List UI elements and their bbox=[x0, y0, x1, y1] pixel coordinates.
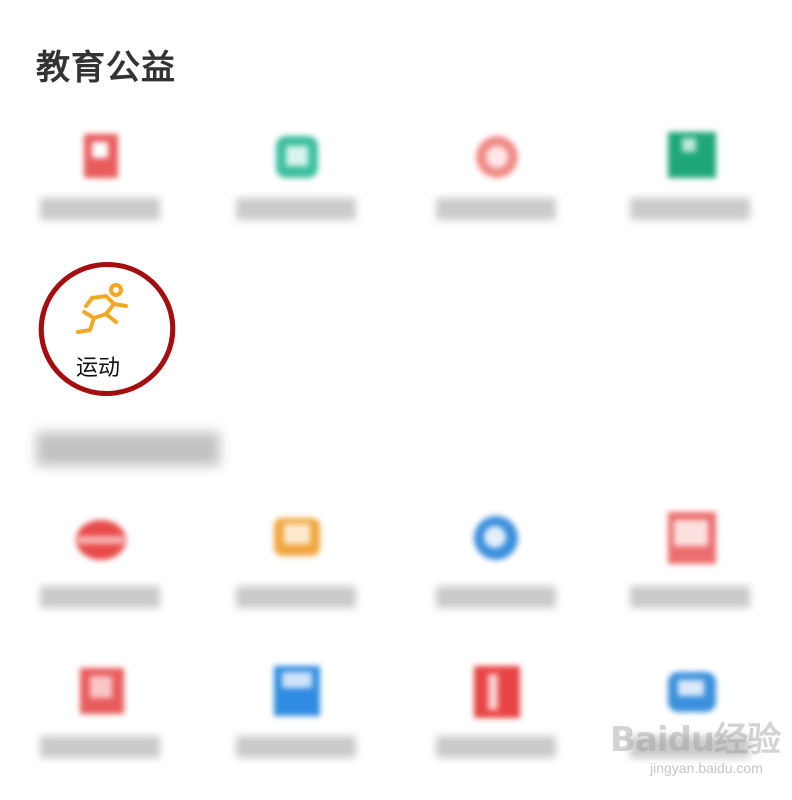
blurred-label bbox=[40, 736, 160, 758]
blurred-green-icon bbox=[662, 128, 718, 184]
blurred-label bbox=[236, 198, 356, 220]
blurred-red-icon bbox=[72, 662, 128, 718]
watermark-url: jingyan.baidu.com bbox=[650, 760, 763, 776]
grid-item-10[interactable] bbox=[226, 662, 366, 772]
blurred-red-icon bbox=[468, 662, 524, 718]
running-person-icon bbox=[76, 283, 128, 334]
blurred-label bbox=[236, 586, 356, 608]
blurred-label bbox=[436, 736, 556, 758]
blurred-label bbox=[630, 198, 750, 220]
blurred-label bbox=[40, 198, 160, 220]
sports-label: 运动 bbox=[75, 355, 120, 380]
grid-item-2[interactable] bbox=[226, 128, 366, 238]
blurred-section-title bbox=[36, 432, 220, 466]
blurred-red-icon bbox=[72, 510, 128, 566]
blurred-blue-icon bbox=[662, 662, 718, 718]
grid-item-8[interactable] bbox=[620, 510, 760, 620]
blurred-orange-icon bbox=[268, 510, 324, 566]
blurred-teal-icon bbox=[268, 128, 324, 184]
blurred-label bbox=[436, 198, 556, 220]
blurred-label bbox=[40, 586, 160, 608]
blurred-label bbox=[236, 736, 356, 758]
blurred-blue-icon bbox=[468, 510, 524, 566]
sports-item[interactable]: 运动 bbox=[30, 253, 184, 405]
baidu-watermark: Baidu经验 bbox=[610, 720, 781, 760]
grid-item-9[interactable] bbox=[30, 662, 170, 772]
grid-item-1[interactable] bbox=[30, 128, 170, 238]
grid-item-7[interactable] bbox=[426, 510, 566, 620]
blurred-red-icon bbox=[72, 128, 128, 184]
blurred-label bbox=[436, 586, 556, 608]
blurred-pink-icon bbox=[468, 128, 524, 184]
section-title-education: 教育公益 bbox=[36, 49, 176, 87]
grid-item-3[interactable] bbox=[426, 128, 566, 238]
grid-item-5[interactable] bbox=[30, 510, 170, 620]
blurred-salmon-icon bbox=[662, 510, 718, 566]
grid-item-6[interactable] bbox=[226, 510, 366, 620]
blurred-blue-icon bbox=[268, 662, 324, 718]
grid-item-11[interactable] bbox=[426, 662, 566, 772]
blurred-label bbox=[630, 586, 750, 608]
grid-item-4[interactable] bbox=[620, 128, 760, 238]
